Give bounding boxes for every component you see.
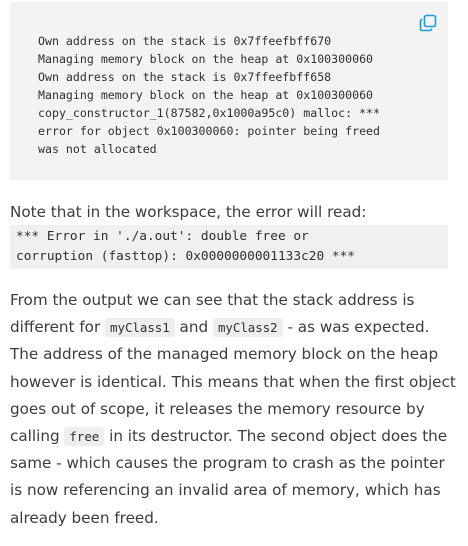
paragraph-line: goes out of scope, it releases the memor… — [10, 399, 425, 418]
paragraph-text: and — [174, 318, 213, 337]
paragraph-line: The address of the managed memory block … — [10, 345, 439, 364]
paragraph-line: different for myClass1 and myClass2 - as… — [10, 314, 458, 341]
code-line: Managing memory block on the heap at 0x1… — [38, 52, 374, 66]
paragraph-line: calling free in its destructor. The seco… — [10, 423, 458, 450]
copy-button[interactable] — [418, 13, 438, 33]
code-line: error for object 0x100300060: pointer be… — [38, 124, 381, 138]
paragraph-line: is now referencing an invalid area of me… — [10, 481, 441, 500]
explanation-paragraph: From the output we can see that the stac… — [10, 287, 458, 532]
code-line: copy_constructor_1(87582,0x1000a95c0) ma… — [38, 106, 381, 120]
paragraph-line: already been freed. — [10, 508, 159, 527]
paragraph-text: calling — [10, 427, 65, 446]
paragraph-text: in its destructor. The second object doe… — [104, 427, 448, 446]
code-block: Own address on the stack is 0x7ffeefbff6… — [10, 2, 448, 180]
paragraph-line: From the output we can see that the stac… — [10, 291, 415, 309]
paragraph-text: different for — [10, 318, 106, 337]
inline-code-myclass1: myClass1 — [105, 318, 175, 338]
copy-icon — [419, 14, 437, 32]
paragraph-line: same - which causes the program to crash… — [10, 454, 445, 473]
error-message-block: *** Error in './a.out': double free or c… — [10, 225, 448, 269]
error-line: corruption (fasttop): 0x0000000001133c20… — [16, 249, 355, 264]
paragraph-text: - as was expected. — [282, 318, 430, 337]
inline-code-myclass2: myClass2 — [212, 318, 283, 338]
workspace-note: Note that in the workspace, the error wi… — [10, 203, 367, 221]
code-line: Managing memory block on the heap at 0x1… — [38, 88, 374, 102]
inline-code-free: free — [64, 427, 105, 447]
paragraph-line: however is identical. This means that wh… — [10, 372, 456, 391]
error-line: *** Error in './a.out': double free or — [16, 229, 309, 244]
code-line: Own address on the stack is 0x7ffeefbff6… — [38, 70, 332, 84]
code-line: was not allocated — [38, 142, 157, 156]
code-line: Own address on the stack is 0x7ffeefbff6… — [38, 34, 332, 48]
